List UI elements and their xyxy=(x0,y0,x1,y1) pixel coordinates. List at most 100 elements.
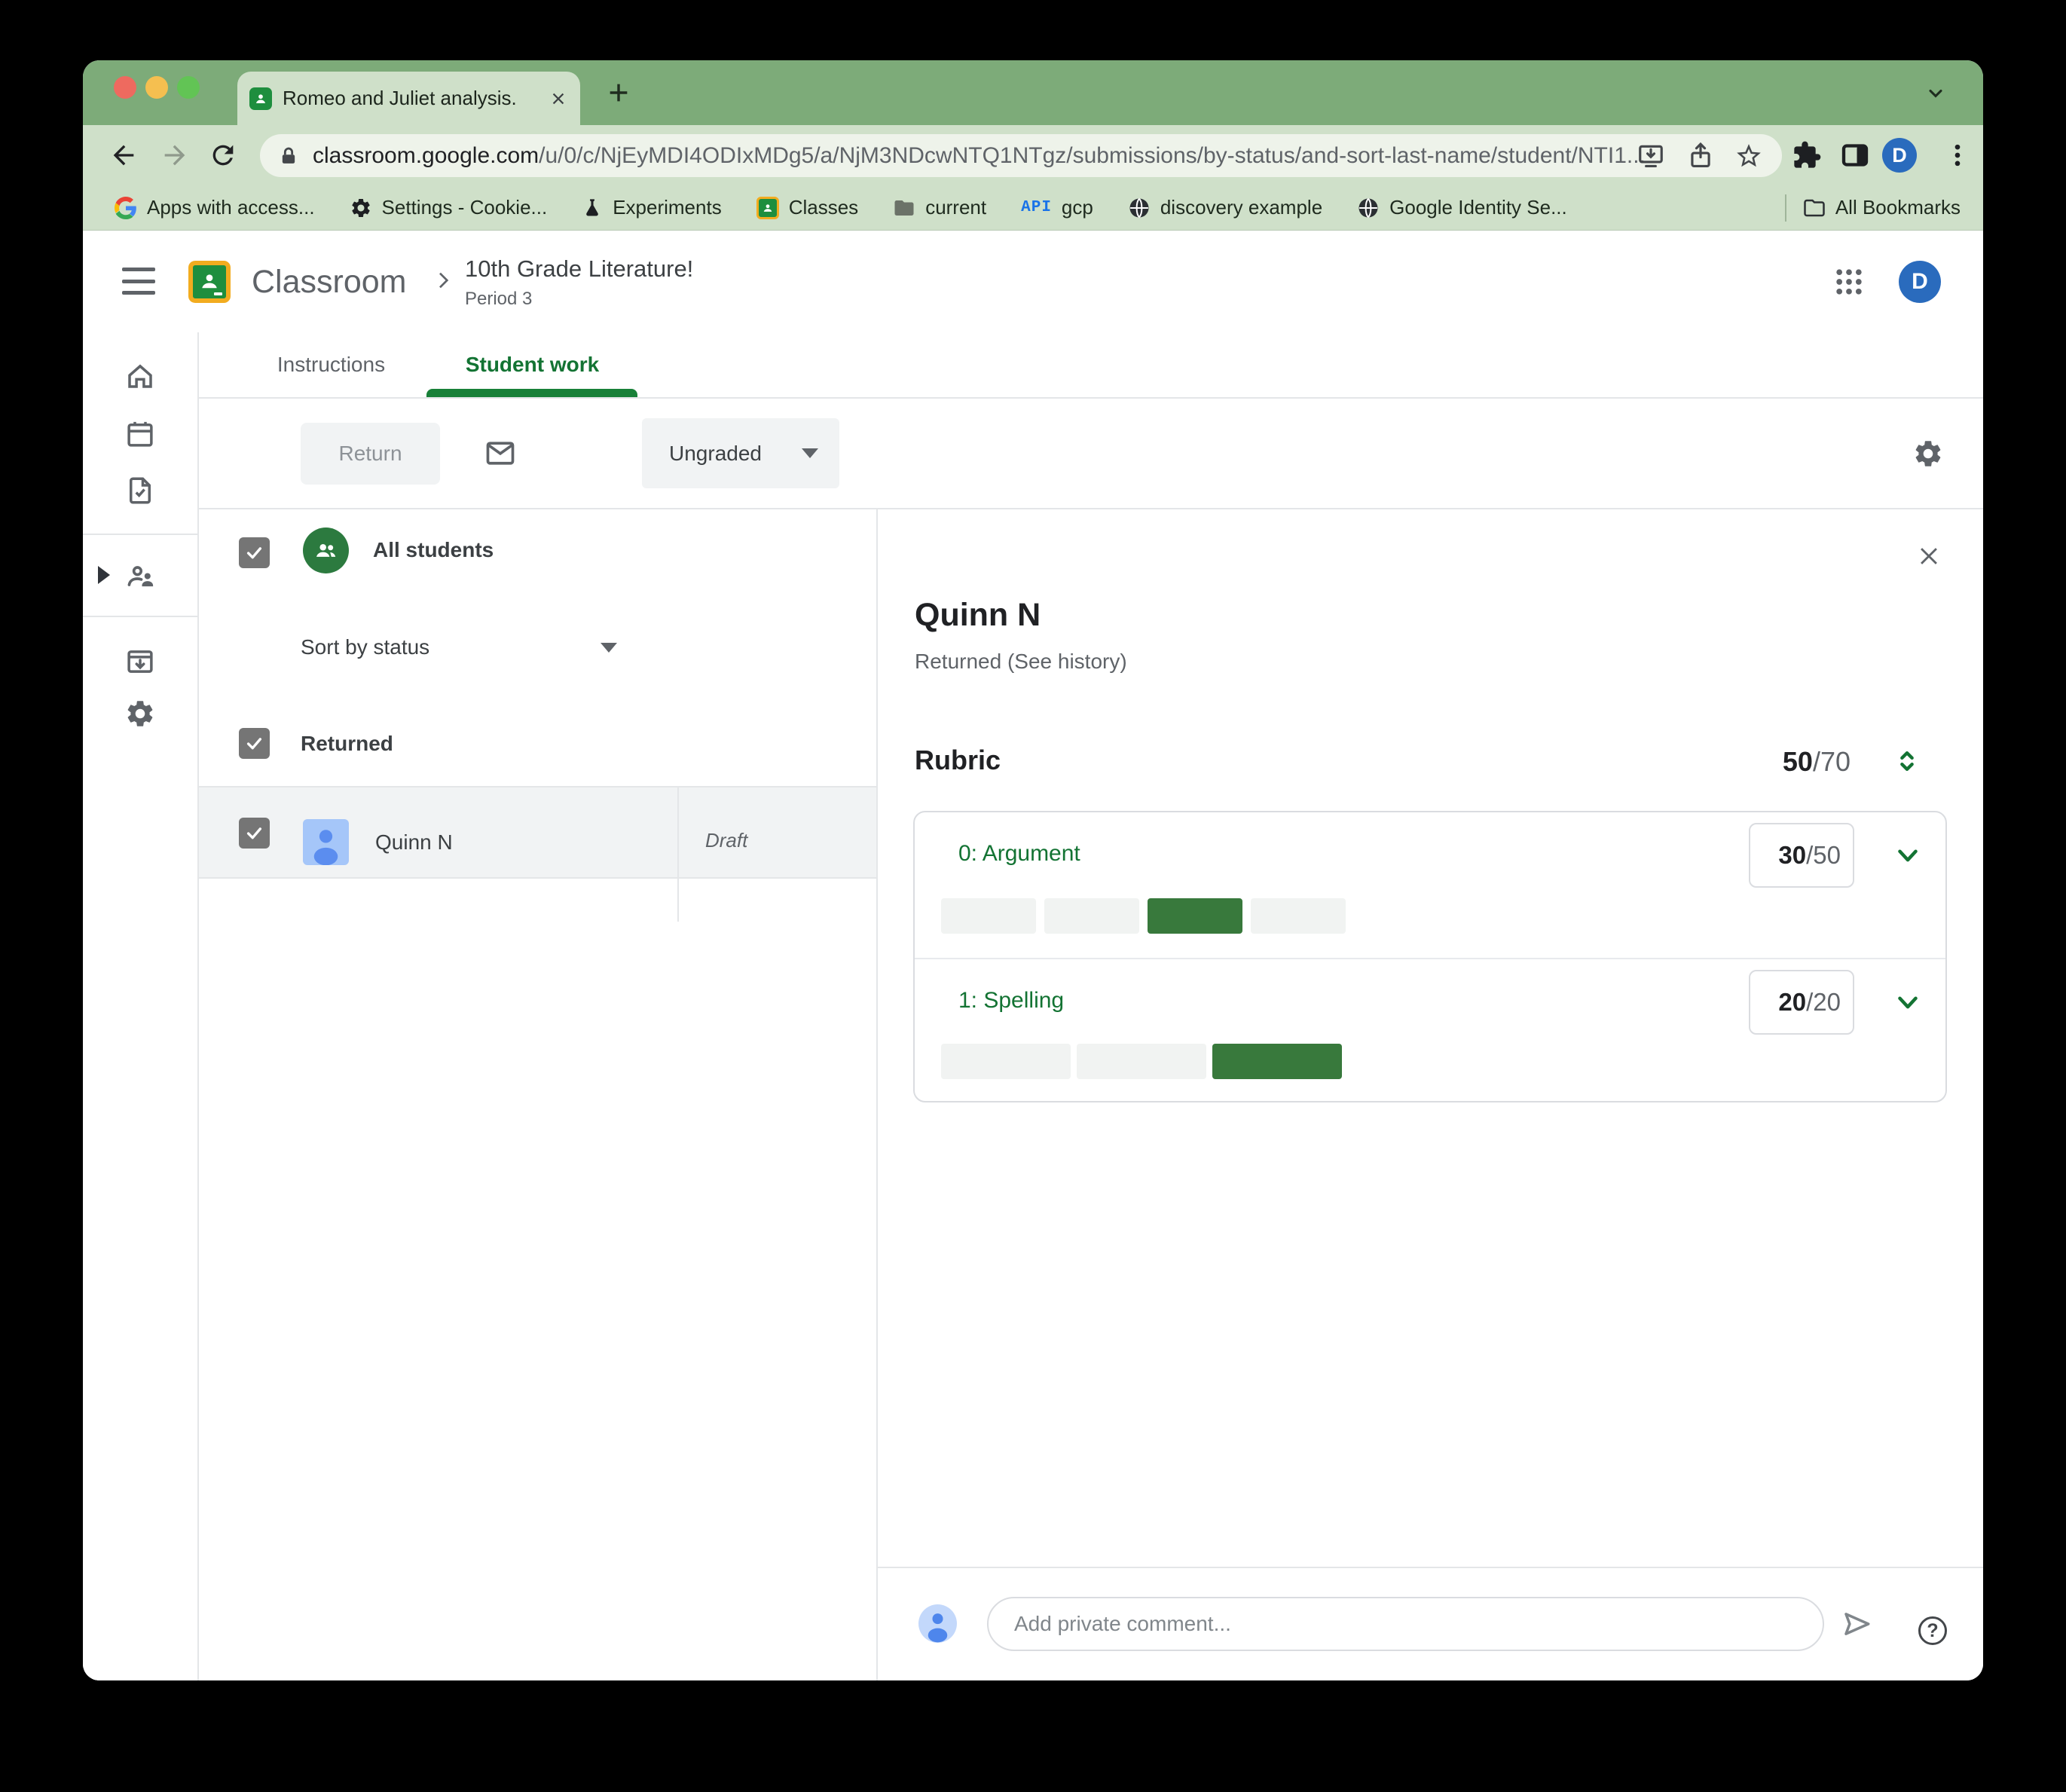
chevron-down-icon xyxy=(802,448,818,458)
select-all-checkbox[interactable] xyxy=(239,537,270,568)
flask-icon xyxy=(582,197,603,219)
close-panel-icon[interactable] xyxy=(1916,543,1942,569)
active-tab-underline xyxy=(426,389,637,397)
criterion-chevron-icon[interactable] xyxy=(1892,839,1924,871)
criterion-chevron-icon[interactable] xyxy=(1892,986,1924,1018)
new-tab-button[interactable] xyxy=(606,80,631,106)
student-avatar xyxy=(303,819,349,865)
rubric-level-box-selected[interactable] xyxy=(1212,1044,1342,1079)
reload-button[interactable] xyxy=(208,140,238,170)
tab-student-work[interactable]: Student work xyxy=(464,332,601,397)
help-icon[interactable]: ? xyxy=(1918,1616,1947,1645)
globe-icon xyxy=(1357,197,1380,219)
extensions-puzzle-icon[interactable] xyxy=(1792,140,1822,170)
private-comment-input[interactable] xyxy=(989,1598,1823,1650)
browser-menu-kebab-icon[interactable] xyxy=(1942,140,1973,170)
bookmark-item[interactable]: discovery example xyxy=(1128,196,1322,219)
bookmark-item[interactable]: Experiments xyxy=(582,196,722,219)
share-icon[interactable] xyxy=(1686,142,1715,170)
google-g-icon xyxy=(115,196,137,219)
back-button[interactable] xyxy=(108,140,139,170)
grading-settings-gear-icon[interactable] xyxy=(1912,438,1944,469)
zoom-window-button[interactable] xyxy=(177,76,200,99)
bookmark-item[interactable]: Settings - Cookie... xyxy=(350,196,547,219)
course-title[interactable]: 10th Grade Literature! xyxy=(465,255,693,283)
rubric-level-box[interactable] xyxy=(941,898,1036,934)
forward-button[interactable] xyxy=(160,140,190,170)
criterion-score-input[interactable]: 30/50 xyxy=(1749,823,1854,888)
rubric-level-box-selected[interactable] xyxy=(1148,898,1242,934)
google-apps-grid-icon[interactable] xyxy=(1832,265,1866,298)
rubric-level-box[interactable] xyxy=(1077,1044,1206,1079)
lock-icon xyxy=(278,145,299,167)
expand-caret-icon[interactable] xyxy=(98,566,110,584)
install-app-icon[interactable] xyxy=(1637,142,1665,170)
browser-profile-avatar[interactable]: D xyxy=(1882,138,1917,173)
submission-status[interactable]: Returned (See history) xyxy=(915,650,1127,674)
bookmark-item[interactable]: current xyxy=(893,196,986,219)
classroom-logo-icon[interactable] xyxy=(188,261,231,303)
browser-tab-strip: Romeo and Juliet analysis. xyxy=(83,60,1983,125)
bookmark-star-icon[interactable] xyxy=(1734,142,1763,170)
email-icon[interactable] xyxy=(484,436,517,469)
sidebar-item-todo[interactable] xyxy=(124,475,156,506)
list-column-divider xyxy=(677,786,679,922)
rubric-card: 0: Argument 30/50 1: Spelling 20/20 xyxy=(913,811,1947,1102)
close-tab-icon[interactable] xyxy=(550,90,567,107)
rubric-level-box[interactable] xyxy=(1251,898,1346,934)
sort-dropdown[interactable]: Sort by status xyxy=(301,635,617,665)
private-comment-field[interactable] xyxy=(987,1597,1824,1651)
send-comment-icon[interactable] xyxy=(1841,1608,1872,1640)
sidebar-item-teaching[interactable] xyxy=(124,561,157,594)
bookmark-item[interactable]: Google Identity Se... xyxy=(1357,196,1567,219)
returned-group-checkbox[interactable] xyxy=(239,728,270,759)
all-bookmarks-button[interactable]: All Bookmarks xyxy=(1803,196,1961,219)
side-panel-icon[interactable] xyxy=(1840,140,1870,170)
folder-icon xyxy=(1803,197,1826,219)
url-path: /u/0/c/NjEyMDI4ODIxMDg5/a/NjM3NDcwNTQ1NT… xyxy=(539,142,1646,168)
close-window-button[interactable] xyxy=(114,76,136,99)
bookmark-item[interactable]: Apps with access... xyxy=(115,196,315,219)
criterion-title[interactable]: 1: Spelling xyxy=(958,988,1064,1014)
rubric-level-box[interactable] xyxy=(1044,898,1139,934)
classroom-app: Classroom 10th Grade Literature! Period … xyxy=(83,231,1983,1680)
all-students-label[interactable]: All students xyxy=(373,538,494,562)
classroom-favicon-icon xyxy=(249,87,272,110)
tab-title: Romeo and Juliet analysis. xyxy=(283,87,517,109)
sidebar-item-archived[interactable] xyxy=(124,646,156,677)
main-menu-hamburger-icon[interactable] xyxy=(122,268,155,295)
sidebar-item-home[interactable] xyxy=(124,360,156,392)
rubric-level-row xyxy=(941,1044,1348,1079)
student-row-checkbox[interactable] xyxy=(239,818,270,849)
commenter-avatar xyxy=(918,1604,957,1643)
sidebar-item-settings[interactable] xyxy=(124,698,156,729)
rail-divider xyxy=(83,534,197,535)
tab-instructions[interactable]: Instructions xyxy=(270,332,393,397)
browser-tab[interactable]: Romeo and Juliet analysis. xyxy=(237,72,580,125)
grade-filter-dropdown[interactable]: Ungraded xyxy=(642,418,839,488)
criterion-title[interactable]: 0: Argument xyxy=(958,841,1080,867)
return-button[interactable]: Return xyxy=(301,423,440,485)
product-name[interactable]: Classroom xyxy=(252,264,407,301)
minimize-window-button[interactable] xyxy=(145,76,168,99)
url-domain: classroom.google.com xyxy=(313,142,539,168)
returned-group-label: Returned xyxy=(301,732,393,755)
assignment-tabs: Instructions Student work xyxy=(199,332,1983,399)
address-bar[interactable]: classroom.google.com /u/0/c/NjEyMDI4ODIx… xyxy=(260,134,1782,177)
bookmarks-separator xyxy=(1784,194,1786,222)
bookmark-item[interactable]: API gcp xyxy=(1021,196,1093,219)
bookmark-item[interactable]: Classes xyxy=(756,196,858,219)
expand-rubric-icon[interactable] xyxy=(1892,746,1922,776)
account-avatar[interactable]: D xyxy=(1899,261,1941,303)
classroom-icon xyxy=(756,196,779,219)
tab-search-chevron-icon[interactable] xyxy=(1925,83,1946,104)
student-row[interactable]: Quinn N xyxy=(199,786,876,879)
sidebar-item-calendar[interactable] xyxy=(124,418,156,450)
criterion-score-input[interactable]: 20/20 xyxy=(1749,970,1854,1035)
student-detail-panel: Quinn N Returned (See history) Rubric 50… xyxy=(876,509,1983,1680)
student-name: Quinn N xyxy=(375,830,453,854)
chevron-down-icon xyxy=(601,643,617,653)
rubric-level-box[interactable] xyxy=(941,1044,1071,1079)
navigation-rail xyxy=(83,332,199,1680)
rail-divider xyxy=(83,616,197,617)
